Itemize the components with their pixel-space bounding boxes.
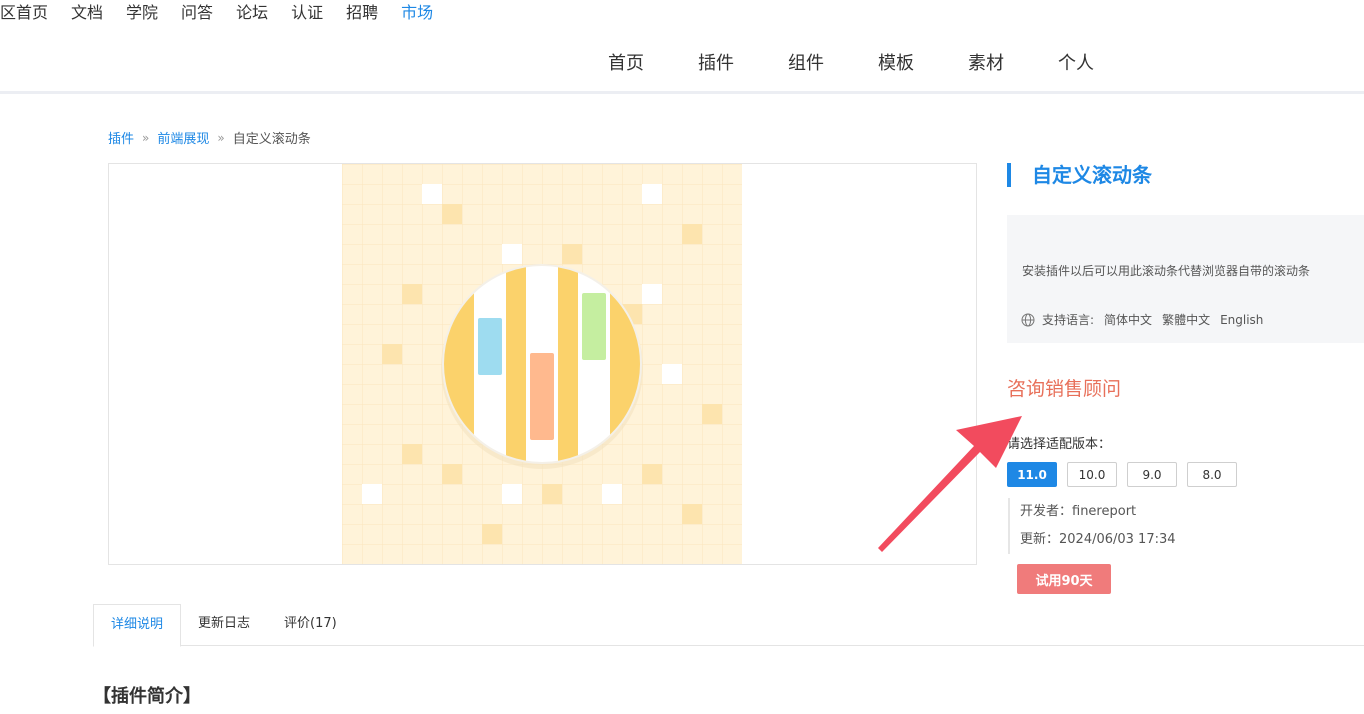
language-value: 繁體中文 xyxy=(1162,313,1211,327)
plugin-title: 自定义滚动条 xyxy=(1032,163,1152,187)
version-button-11[interactable]: 11.0 xyxy=(1007,462,1057,487)
tab-reviews[interactable]: 评价(17) xyxy=(267,604,354,646)
top-nav-item-market[interactable]: 市场 xyxy=(401,2,433,24)
supported-languages: 支持语言: 简体中文 繁體中文 English xyxy=(1021,311,1263,328)
plugin-title-bar: 自定义滚动条 xyxy=(1007,163,1152,187)
top-nav-item-certification[interactable]: 认证 xyxy=(291,2,323,24)
version-button-10[interactable]: 10.0 xyxy=(1067,462,1117,487)
market-nav: 首页 插件 组件 模板 素材 个人 xyxy=(0,40,1364,94)
top-nav-item-qa[interactable]: 问答 xyxy=(181,2,213,24)
intro-text-cutoff xyxy=(93,709,1364,714)
top-nav-item-home[interactable]: 区首页 xyxy=(0,2,48,24)
consult-sales-link[interactable]: 咨询销售顾问 xyxy=(1007,374,1121,401)
breadcrumb-frontend[interactable]: 前端展现 xyxy=(157,128,209,147)
language-label: 支持语言: xyxy=(1042,313,1095,327)
plugin-preview-image xyxy=(342,164,742,564)
language-value: English xyxy=(1220,312,1264,327)
breadcrumb-separator: » xyxy=(217,130,225,145)
market-nav-personal[interactable]: 个人 xyxy=(1031,52,1121,76)
version-selector: 11.0 10.0 9.0 8.0 xyxy=(1007,462,1247,487)
tab-changelog[interactable]: 更新日志 xyxy=(181,604,267,646)
developer-info: 开发者：finereport xyxy=(1020,504,1137,519)
tab-details[interactable]: 详细说明 xyxy=(93,604,182,647)
breadcrumb: 插件 » 前端展现 » 自定义滚动条 xyxy=(108,128,311,148)
market-nav-home[interactable]: 首页 xyxy=(581,52,671,76)
market-nav-materials[interactable]: 素材 xyxy=(941,52,1031,76)
plugin-info-box: 安装插件以后可以用此滚动条代替浏览器自带的滚动条 支持语言: 简体中文 繁體中文… xyxy=(1007,215,1364,343)
version-label: 请选择适配版本： xyxy=(1007,437,1112,452)
trial-button[interactable]: 试用90天 xyxy=(1017,564,1111,594)
top-nav-item-docs[interactable]: 文档 xyxy=(71,2,103,24)
version-button-8[interactable]: 8.0 xyxy=(1187,462,1237,487)
globe-icon xyxy=(1021,313,1035,326)
version-button-9[interactable]: 9.0 xyxy=(1127,462,1177,487)
plugin-preview xyxy=(108,163,977,565)
update-time: 更新：2024/06/03 17:34 xyxy=(1020,532,1176,547)
top-nav-item-academy[interactable]: 学院 xyxy=(126,2,158,24)
detail-tabs: 详细说明 更新日志 评价(17) xyxy=(93,604,1364,647)
market-nav-plugins[interactable]: 插件 xyxy=(671,52,761,76)
breadcrumb-separator: » xyxy=(142,130,150,145)
plugin-meta: 开发者：finereport 更新：2024/06/03 17:34 xyxy=(1008,498,1176,554)
top-nav-item-forum[interactable]: 论坛 xyxy=(236,2,268,24)
intro-heading: 【插件简介】 xyxy=(93,686,201,707)
language-value: 简体中文 xyxy=(1104,313,1153,327)
breadcrumb-current: 自定义滚动条 xyxy=(232,132,311,147)
breadcrumb-plugins[interactable]: 插件 xyxy=(108,128,134,147)
plugin-description: 安装插件以后可以用此滚动条代替浏览器自带的滚动条 xyxy=(1022,264,1311,278)
market-nav-templates[interactable]: 模板 xyxy=(851,52,941,76)
market-nav-components[interactable]: 组件 xyxy=(761,52,851,76)
top-nav-item-jobs[interactable]: 招聘 xyxy=(346,2,378,24)
top-nav: 区首页 文档 学院 问答 论坛 认证 招聘 市场 xyxy=(0,0,456,26)
